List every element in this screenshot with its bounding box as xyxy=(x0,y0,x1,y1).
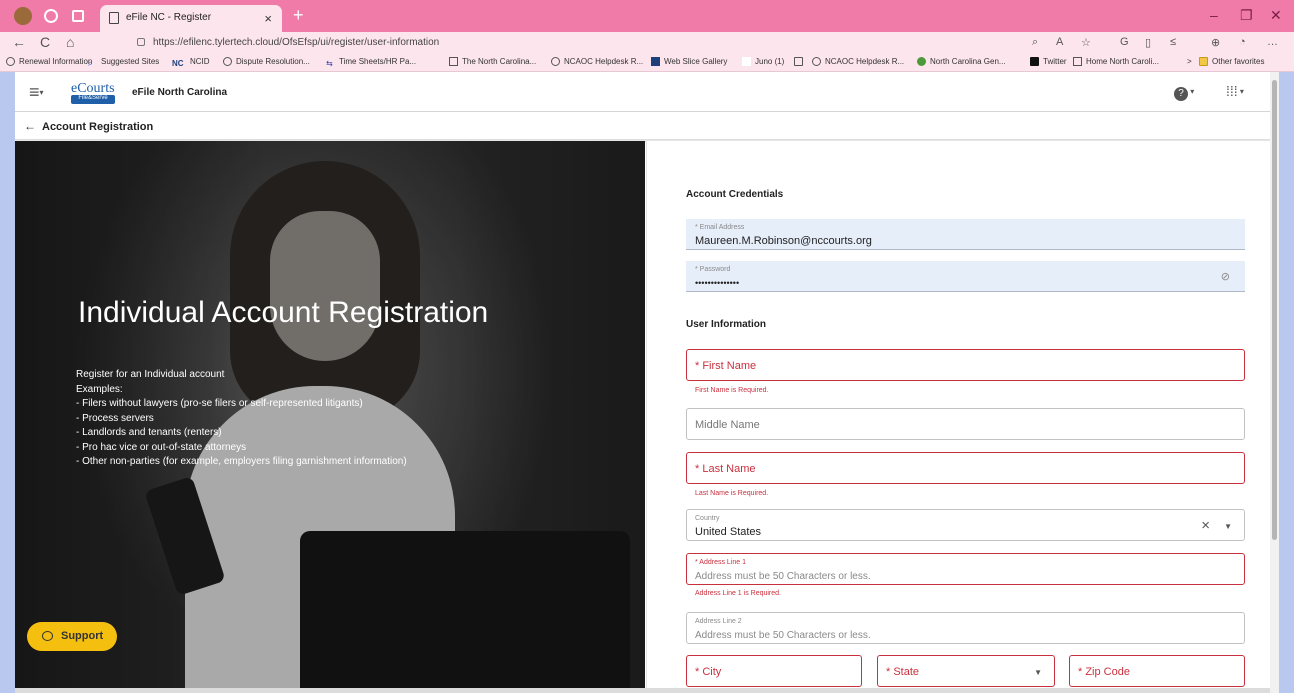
favorite-link[interactable]: NC NCID xyxy=(172,57,210,68)
favorite-link[interactable]: NCAOC Helpdesk R... xyxy=(812,57,904,66)
chat-icon xyxy=(42,631,53,641)
minimize-icon[interactable]: – xyxy=(1210,7,1218,23)
apps-grid-icon[interactable]: ⁞⁞⁞ ▾ xyxy=(1226,83,1244,99)
password-label: * Password xyxy=(695,266,731,273)
favorite-link[interactable]: Juno (1) xyxy=(742,57,784,66)
favorite-link[interactable]: Dispute Resolution... xyxy=(223,57,310,66)
new-tab-button[interactable]: + xyxy=(293,5,304,26)
password-field[interactable]: * Password •••••••••••••• ⊘ xyxy=(686,261,1245,292)
profile-icon[interactable]: ◔ xyxy=(1239,36,1246,48)
hero-description: Register for an Individual account Examp… xyxy=(76,369,407,467)
hide-password-icon[interactable]: ⊘ xyxy=(1221,270,1230,283)
email-label: * Email Address xyxy=(695,224,745,231)
page-title: Account Registration xyxy=(42,121,154,133)
ecourts-logo: eCourts File&Serve xyxy=(71,79,119,105)
workspaces-icon[interactable] xyxy=(44,9,58,23)
close-tab-icon[interactable]: × xyxy=(264,11,272,26)
first-name-error: First Name is Required. xyxy=(695,387,769,394)
email-field[interactable]: * Email Address Maureen.M.Robinson@nccou… xyxy=(686,219,1245,250)
app-header: ≡▾ eCourts File&Serve eFile North Caroli… xyxy=(15,72,1279,112)
restore-icon[interactable]: ❐ xyxy=(1240,7,1253,24)
middle-name-input[interactable]: Middle Name xyxy=(686,408,1245,440)
chevron-down-icon[interactable]: ▼ xyxy=(1224,522,1232,531)
close-window-icon[interactable]: ✕ xyxy=(1270,7,1282,24)
address-line-1-input[interactable]: * Address Line 1 Address must be 50 Char… xyxy=(686,553,1245,585)
browser-tab-active[interactable]: eFile NC - Register × xyxy=(100,5,282,32)
password-value: •••••••••••••• xyxy=(695,278,740,288)
horizontal-scrollbar[interactable] xyxy=(15,688,1270,693)
state-select[interactable]: * State ▼ xyxy=(877,655,1055,687)
zoom-icon[interactable]: ⌕ xyxy=(1032,36,1038,49)
url-field[interactable]: https://efilenc.tylertech.cloud/OfsEfsp/… xyxy=(137,37,439,48)
email-value: Maureen.M.Robinson@nccourts.org xyxy=(695,235,872,247)
address-bar-row: ← C ⌂ https://efilenc.tylertech.cloud/Of… xyxy=(0,32,1294,54)
help-icon[interactable]: ? ▾ xyxy=(1174,83,1194,101)
favorite-link[interactable]: NCAOC Helpdesk R... xyxy=(551,57,643,66)
menu-icon[interactable]: ≡▾ xyxy=(29,82,44,103)
favorite-link[interactable]: Renewal Information xyxy=(6,57,92,66)
support-button[interactable]: Support xyxy=(27,622,117,651)
hero-title: Individual Account Registration xyxy=(78,296,489,329)
favorites-bar: Renewal Information ⌕ Suggested Sites NC N… xyxy=(0,54,1294,72)
favorites-overflow-icon[interactable]: > xyxy=(1187,57,1192,66)
split-screen-icon[interactable]: ▯ xyxy=(1145,36,1151,49)
url-text: https://efilenc.tylertech.cloud/OfsEfsp/… xyxy=(153,37,440,48)
hero-image-panel: Individual Account Registration Register… xyxy=(15,141,645,693)
last-name-input[interactable]: * Last Name xyxy=(686,452,1245,484)
browser-tab-bar: eFile NC - Register × + – ❐ ✕ xyxy=(0,0,1294,32)
credentials-heading: Account Credentials xyxy=(686,189,784,200)
clear-icon[interactable]: × xyxy=(1201,517,1210,534)
zip-code-input[interactable]: * Zip Code xyxy=(1069,655,1245,687)
favorite-link[interactable]: Twitter xyxy=(1030,57,1067,66)
scrollbar-thumb[interactable] xyxy=(1272,80,1277,540)
favorite-link[interactable]: Web Slice Gallery xyxy=(651,57,727,66)
country-select[interactable]: Country United States × ▼ xyxy=(686,509,1245,541)
home-icon[interactable]: ⌂ xyxy=(66,34,74,50)
lock-icon xyxy=(137,38,145,46)
user-info-heading: User Information xyxy=(686,319,767,330)
registration-form: Account Credentials * Email Address Maur… xyxy=(646,141,1279,693)
other-favorites-folder[interactable]: Other favorites xyxy=(1199,57,1264,66)
last-name-error: Last Name is Required. xyxy=(695,490,769,497)
favorite-link[interactable]: The North Carolina... xyxy=(449,57,536,66)
favorite-icon[interactable]: ☆ xyxy=(1081,36,1091,49)
collections-icon[interactable]: ⊕ xyxy=(1211,36,1220,49)
back-arrow-icon[interactable]: ← xyxy=(24,119,36,133)
app-window: ≡▾ eCourts File&Serve eFile North Caroli… xyxy=(15,72,1279,693)
address-line-1-error: Address Line 1 is Required. xyxy=(695,590,781,597)
favorite-link[interactable]: Home North Caroli... xyxy=(1073,57,1159,66)
read-aloud-icon[interactable]: A xyxy=(1056,36,1063,48)
first-name-input[interactable]: * First Name xyxy=(686,349,1245,381)
address-line-2-input[interactable]: Address Line 2 Address must be 50 Charac… xyxy=(686,612,1245,644)
app-title: eFile North Carolina xyxy=(132,87,228,98)
favorite-link[interactable] xyxy=(794,57,807,66)
more-icon[interactable]: … xyxy=(1267,36,1278,48)
favorite-link[interactable]: North Carolina Gen... xyxy=(917,57,1006,66)
chevron-down-icon[interactable]: ▼ xyxy=(1034,668,1042,677)
extensions-icon[interactable]: G xyxy=(1120,36,1129,48)
tab-actions-icon[interactable] xyxy=(72,10,84,22)
page-subheader: ← Account Registration xyxy=(15,113,1279,140)
favorites-icon[interactable]: ≤ xyxy=(1170,36,1176,48)
back-arrow-icon[interactable]: ← xyxy=(12,34,26,50)
tab-title: eFile NC - Register xyxy=(126,12,212,23)
profile-avatar[interactable] xyxy=(14,7,32,25)
refresh-icon[interactable]: C xyxy=(40,34,50,50)
page-icon xyxy=(109,12,119,24)
favorite-link[interactable]: ⇆ Time Sheets/HR Pa... xyxy=(326,57,416,68)
city-input[interactable]: * City xyxy=(686,655,862,687)
favorite-link[interactable]: ⌕ Suggested Sites xyxy=(88,57,159,68)
